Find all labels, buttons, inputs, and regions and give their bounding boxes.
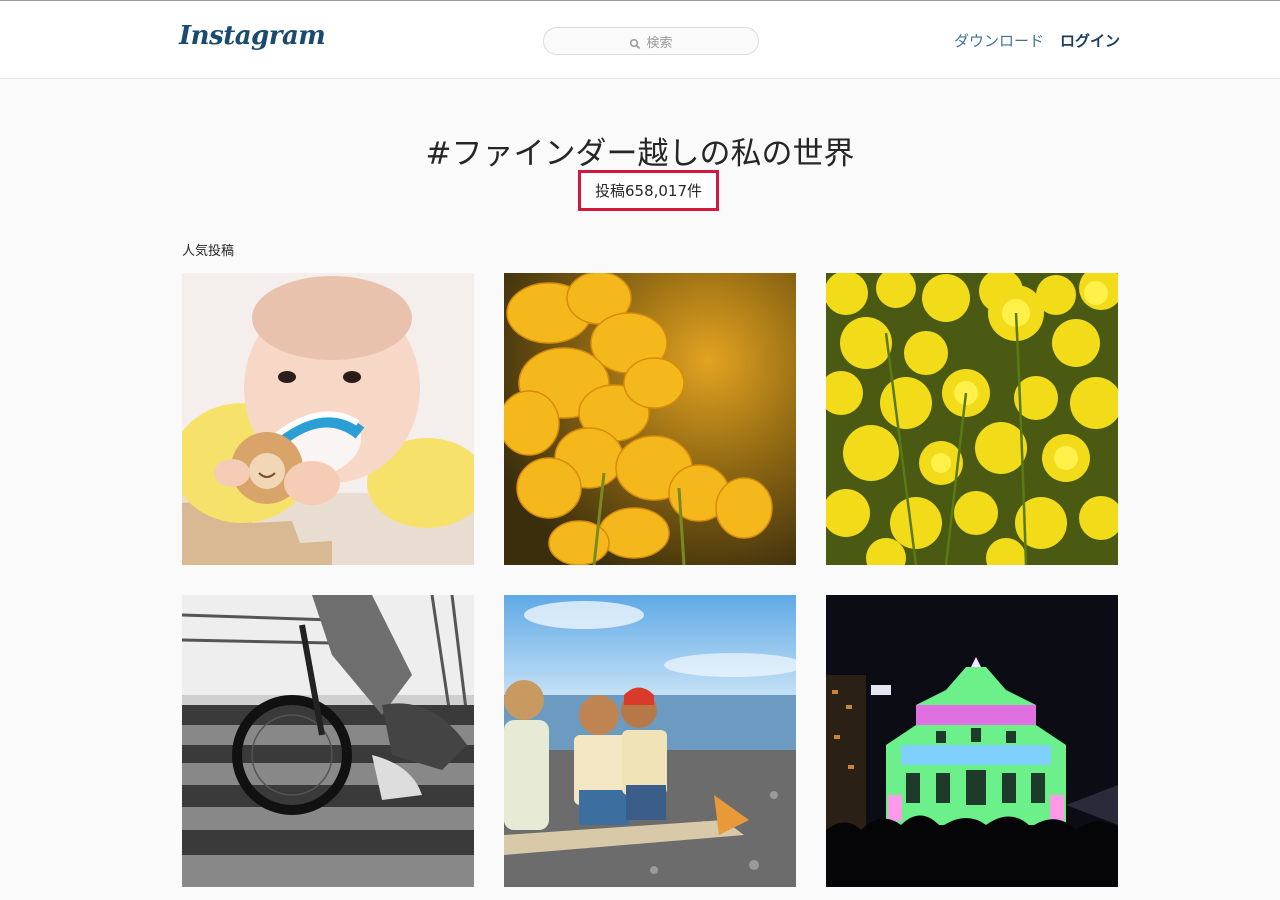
post-count-highlight: 投稿658,017件 xyxy=(578,170,719,211)
post-thumbnail-baby[interactable] xyxy=(182,273,474,565)
post-thumbnail-yellow-flower[interactable] xyxy=(504,273,796,565)
post-thumbnail-cathedral-night[interactable] xyxy=(826,595,1118,887)
search-icon xyxy=(629,35,641,50)
post-count: 投稿658,017件 xyxy=(594,182,703,200)
toys-beach-image xyxy=(504,595,796,887)
login-link[interactable]: ログイン xyxy=(1060,30,1120,51)
hashtag-title: #ファインダー越しの私の世界 xyxy=(425,136,855,172)
post-thumbnail-rapeseed-field[interactable] xyxy=(826,273,1118,565)
post-thumbnail-toys-beach[interactable] xyxy=(504,595,796,887)
rapeseed-field-image xyxy=(826,273,1118,565)
search-placeholder: 検索 xyxy=(646,35,673,51)
flower-closeup-image xyxy=(504,273,796,565)
top-posts-label: 人気投稿 xyxy=(182,244,235,259)
post-grid xyxy=(182,273,1118,887)
download-link[interactable]: ダウンロード xyxy=(954,30,1044,51)
baby-photo-image xyxy=(182,273,474,565)
bicycle-stairs-image xyxy=(182,595,474,887)
instagram-logo[interactable]: Instagram xyxy=(179,21,326,51)
post-thumbnail-bicycle-stairs[interactable] xyxy=(182,595,474,887)
search-input[interactable]: 検索 xyxy=(543,27,759,55)
top-navigation-bar: Instagram 検索 ダウンロード ログイン xyxy=(0,1,1280,79)
cathedral-night-image xyxy=(826,595,1118,887)
